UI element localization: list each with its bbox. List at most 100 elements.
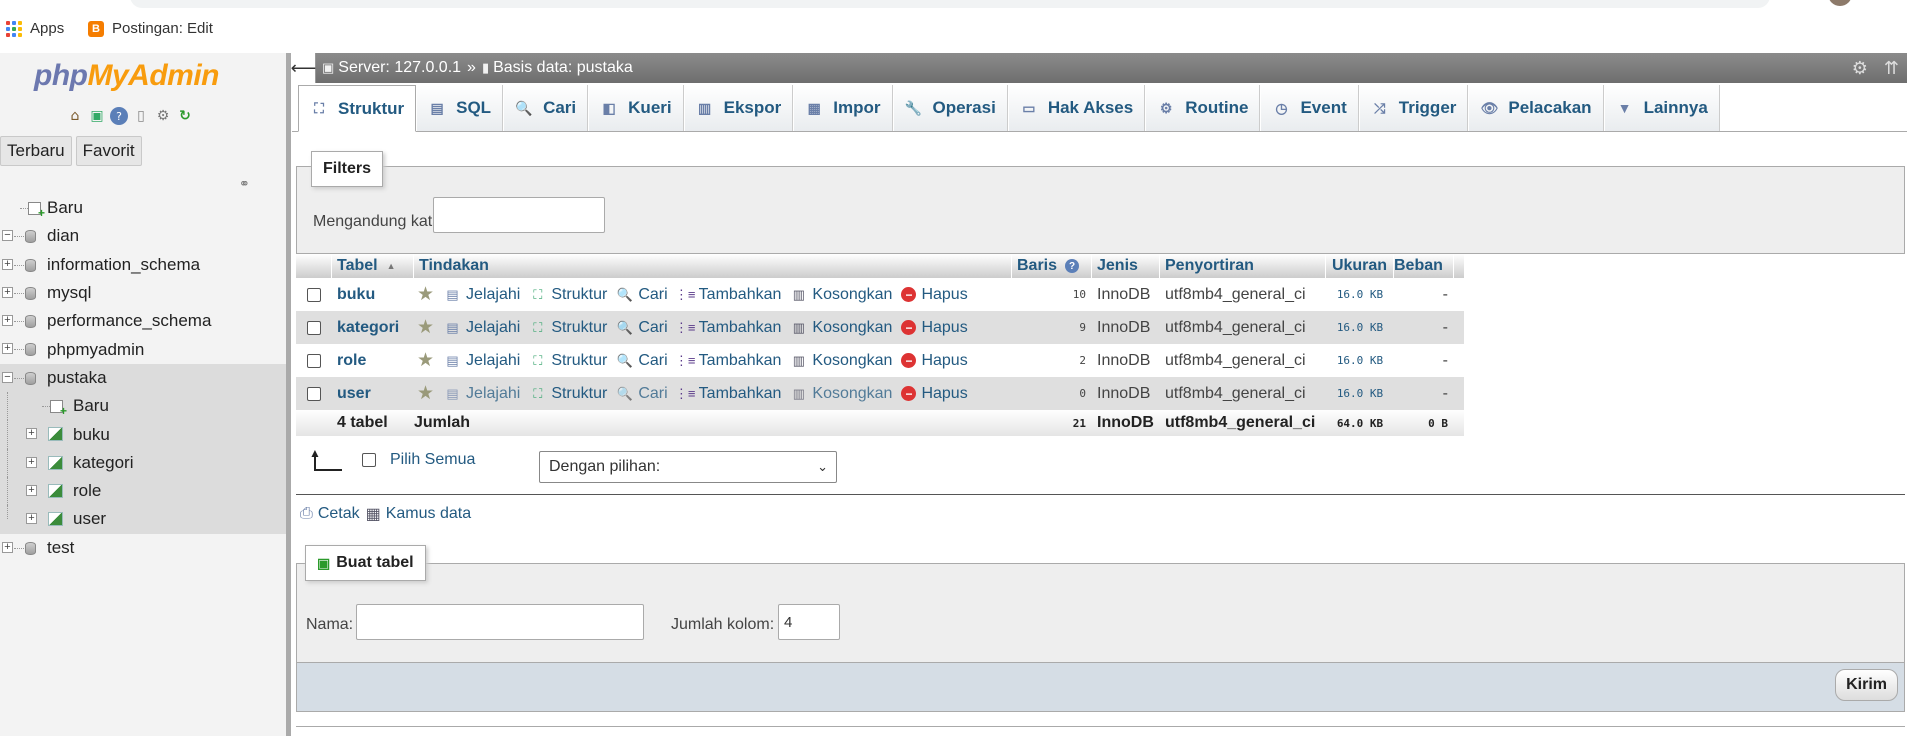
breadcrumb-server[interactable]: ▣ Server: 127.0.0.1 <box>322 59 461 77</box>
action-hapus[interactable]: − Hapus <box>901 319 968 337</box>
action-jelajahi[interactable]: ▤ Jelajahi <box>444 385 520 403</box>
row-checkbox[interactable] <box>307 287 321 302</box>
expand-icon[interactable]: + <box>2 286 13 298</box>
tab-sql[interactable]: ▤ SQL <box>416 85 504 131</box>
gear-icon[interactable]: ⚙ <box>154 107 172 125</box>
tab-ekspor[interactable]: ▥ Ekspor <box>683 85 794 131</box>
column-header-jenis[interactable]: Jenis <box>1092 254 1160 278</box>
action-kosongkan[interactable]: ▥ Kosongkan <box>790 352 893 370</box>
action-struktur[interactable]: ⛶ Struktur <box>529 319 607 337</box>
column-count-input[interactable]: 4 <box>778 604 840 640</box>
tab-lainnya[interactable]: ▼ Lainnya <box>1603 85 1720 131</box>
tree-item-new-table[interactable]: Baru <box>0 392 287 421</box>
action-tambahkan[interactable]: ⋮≡ Tambahkan <box>675 286 782 304</box>
action-jelajahi[interactable]: ▤ Jelajahi <box>444 352 520 370</box>
table-name-link[interactable]: buku <box>337 286 375 303</box>
link-with-main-icon[interactable]: ⚭ <box>239 177 250 192</box>
with-selected-select[interactable]: Dengan pilihan: ⌄ <box>539 451 837 483</box>
column-header-ukuran[interactable]: Ukuran <box>1326 254 1394 278</box>
table-name-link[interactable]: kategori <box>337 319 399 336</box>
panel-resize-handle[interactable] <box>286 53 291 736</box>
breadcrumb-database[interactable]: ▮ Basis data: pustaka <box>482 59 633 77</box>
exit-icon[interactable]: ▣ <box>88 107 106 125</box>
favorite-star-icon[interactable]: ★ <box>417 349 434 372</box>
tab-event[interactable]: ◷ Event <box>1260 85 1359 131</box>
column-header-beban[interactable]: Beban <box>1394 254 1454 278</box>
row-size-link[interactable]: 16.0 KB <box>1326 288 1394 301</box>
settings-gear-icon[interactable]: ⚙ <box>1852 58 1868 79</box>
table-name-link[interactable]: user <box>337 385 371 402</box>
bookmark-apps[interactable]: Apps <box>6 20 64 37</box>
tab-operasi[interactable]: 🔧 Operasi <box>892 85 1008 131</box>
collapse-navigation-icon[interactable]: ⟵ <box>291 53 316 83</box>
home-icon[interactable]: ⌂ <box>66 107 84 125</box>
tab-impor[interactable]: ▦ Impor <box>793 85 893 131</box>
filter-input[interactable] <box>433 197 605 233</box>
tree-item-user[interactable]: + user <box>0 505 287 534</box>
tree-item-buku[interactable]: + buku <box>0 420 287 449</box>
tree-item-dian[interactable]: − dian <box>0 222 287 250</box>
action-hapus[interactable]: − Hapus <box>901 286 968 304</box>
column-header-baris[interactable]: Baris? <box>1012 254 1092 278</box>
row-checkbox[interactable] <box>307 320 321 335</box>
expand-icon[interactable]: + <box>26 456 37 468</box>
tree-item-kategori[interactable]: + kategori <box>0 448 287 477</box>
phpmyadmin-logo[interactable]: phpMyAdmin <box>34 59 219 93</box>
action-cari[interactable]: 🔍 Cari <box>616 385 668 403</box>
tab-favorit[interactable]: Favorit <box>75 136 142 166</box>
print-link[interactable]: ⎙ Cetak <box>300 504 360 524</box>
bookmark-postingan-edit[interactable]: B Postingan: Edit <box>88 20 213 37</box>
tree-item-new-db[interactable]: Baru <box>0 194 287 222</box>
row-size-link[interactable]: 16.0 KB <box>1326 321 1394 334</box>
action-cari[interactable]: 🔍 Cari <box>616 286 668 304</box>
tab-cari[interactable]: 🔍 Cari <box>503 85 589 131</box>
action-jelajahi[interactable]: ▤ Jelajahi <box>444 319 520 337</box>
submit-button[interactable]: Kirim <box>1835 669 1898 701</box>
expand-icon[interactable]: + <box>26 513 37 525</box>
row-checkbox[interactable] <box>307 353 321 368</box>
row-checkbox[interactable] <box>307 386 321 401</box>
help-icon[interactable]: ? <box>110 107 128 125</box>
tree-item-phpmyadmin[interactable]: + phpmyadmin <box>0 335 287 363</box>
profile-avatar[interactable] <box>1828 0 1852 6</box>
favorite-star-icon[interactable]: ★ <box>417 283 434 306</box>
tree-item-information-schema[interactable]: + information_schema <box>0 251 287 279</box>
row-size-link[interactable]: 16.0 KB <box>1326 354 1394 367</box>
tree-item-pustaka[interactable]: − pustaka <box>0 363 287 393</box>
favorite-star-icon[interactable]: ★ <box>417 316 434 339</box>
select-all-checkbox[interactable] <box>362 453 376 467</box>
action-struktur[interactable]: ⛶ Struktur <box>529 385 607 403</box>
column-header-tabel[interactable]: Tabel ▲ <box>332 254 414 278</box>
action-kosongkan[interactable]: ▥ Kosongkan <box>790 385 893 403</box>
expand-icon[interactable]: + <box>2 541 13 553</box>
tab-terbaru[interactable]: Terbaru <box>0 136 72 166</box>
action-tambahkan[interactable]: ⋮≡ Tambahkan <box>675 385 782 403</box>
action-struktur[interactable]: ⛶ Struktur <box>529 352 607 370</box>
collapse-icon[interactable]: − <box>2 230 13 242</box>
expand-icon[interactable]: + <box>26 484 37 496</box>
tab-hak-akses[interactable]: ▭ Hak Akses <box>1007 85 1146 131</box>
reload-icon[interactable]: ↻ <box>176 107 194 125</box>
action-hapus[interactable]: − Hapus <box>901 385 968 403</box>
tree-item-role[interactable]: + role <box>0 476 287 506</box>
docs-icon[interactable]: ▯ <box>132 107 150 125</box>
tab-kueri[interactable]: ◧ Kueri <box>588 85 684 131</box>
tab-routine[interactable]: ⚙ Routine <box>1145 85 1261 131</box>
tree-item-test[interactable]: + test <box>0 534 287 562</box>
collapse-icon[interactable]: − <box>2 371 13 383</box>
action-cari[interactable]: 🔍 Cari <box>616 319 668 337</box>
action-kosongkan[interactable]: ▥ Kosongkan <box>790 319 893 337</box>
expand-icon[interactable]: + <box>2 315 13 327</box>
address-bar[interactable] <box>130 0 1770 8</box>
action-kosongkan[interactable]: ▥ Kosongkan <box>790 286 893 304</box>
action-jelajahi[interactable]: ▤ Jelajahi <box>444 286 520 304</box>
select-all-label[interactable]: Pilih Semua <box>390 451 475 469</box>
tab-trigger[interactable]: ⤮ Trigger <box>1358 85 1469 131</box>
expand-icon[interactable]: + <box>26 428 37 440</box>
tree-item-performance-schema[interactable]: + performance_schema <box>0 307 287 335</box>
tree-item-mysql[interactable]: + mysql <box>0 279 287 307</box>
data-dictionary-link[interactable]: ▦ Kamus data <box>366 504 472 524</box>
column-header-penyortiran[interactable]: Penyortiran <box>1160 254 1326 278</box>
expand-icon[interactable]: + <box>2 343 13 355</box>
action-struktur[interactable]: ⛶ Struktur <box>529 286 607 304</box>
